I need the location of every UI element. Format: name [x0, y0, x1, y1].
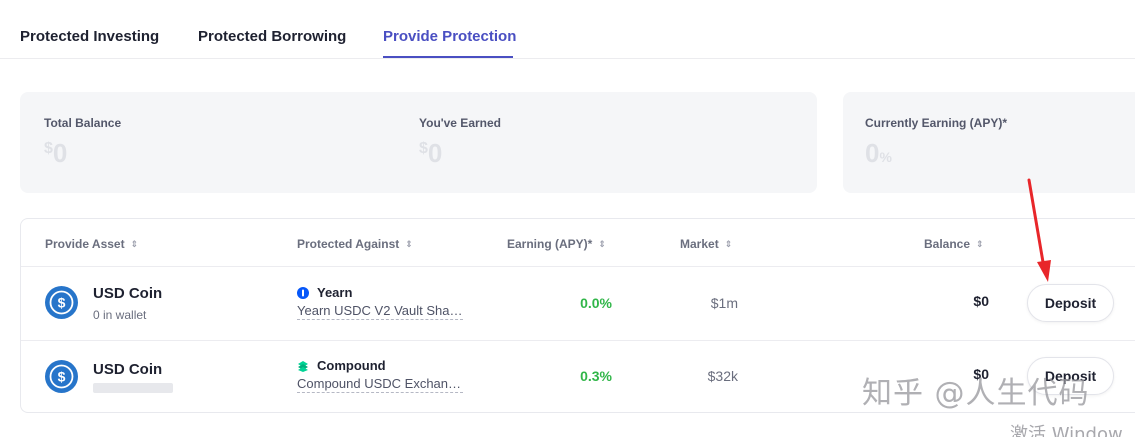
header-provide-asset[interactable]: Provide Asset ⇕: [45, 237, 138, 251]
earned-currency: $: [419, 140, 428, 157]
sort-icon: ⇕: [598, 239, 606, 249]
asset-name: USD Coin: [93, 285, 163, 302]
earned-label: You've Earned: [419, 116, 501, 130]
header-balance-label: Balance: [924, 237, 971, 251]
total-balance-value: $0: [44, 138, 121, 169]
market-value: $1m: [710, 295, 738, 311]
red-arrow-annotation: [1027, 178, 1051, 282]
earned-value: $0: [419, 138, 501, 169]
wallet-balance-loading: [93, 383, 173, 393]
header-market-label: Market: [680, 237, 719, 251]
sort-icon: ⇕: [976, 239, 984, 249]
watermark-text: 知乎 @人生代码: [862, 376, 1090, 411]
protocol-vault-link[interactable]: Yearn USDC V2 Vault Share…: [297, 303, 463, 320]
windows-activation-text: 激活 Window: [1010, 424, 1123, 437]
protocol-vault-link[interactable]: Compound USDC Exchange…: [297, 376, 463, 393]
header-provide-asset-label: Provide Asset: [45, 237, 125, 251]
sort-icon: ⇕: [405, 239, 413, 249]
deposit-button[interactable]: Deposit: [1027, 284, 1114, 322]
header-protected-against-label: Protected Against: [297, 237, 400, 251]
wallet-balance: 0 in wallet: [93, 308, 147, 322]
earned-number: 0: [427, 138, 443, 168]
usd-coin-icon: $: [45, 360, 78, 393]
svg-text:$: $: [58, 295, 66, 311]
market-value: $32k: [707, 368, 738, 384]
usd-coin-icon: $: [45, 286, 78, 319]
svg-text:$: $: [58, 369, 66, 385]
protocol-name: Yearn: [317, 285, 353, 300]
header-protected-against[interactable]: Protected Against ⇕: [297, 237, 413, 251]
total-balance-stat: Total Balance $0: [44, 116, 121, 169]
current-apy-unit: %: [879, 149, 892, 165]
header-earning-apy[interactable]: Earning (APY)* ⇕: [507, 237, 606, 251]
yearn-icon: [297, 287, 309, 299]
header-divider: [21, 266, 1135, 267]
active-tab-indicator: [383, 56, 513, 58]
earning-apy-value: 0.0%: [580, 295, 612, 311]
balance-summary-card: Total Balance $0 You've Earned $0: [20, 92, 817, 193]
current-apy-label: Currently Earning (APY)*: [865, 116, 1008, 130]
sort-icon: ⇕: [724, 239, 733, 249]
total-balance-number: 0: [52, 138, 68, 168]
header-earning-apy-label: Earning (APY)*: [507, 237, 593, 251]
total-balance-label: Total Balance: [44, 116, 122, 130]
compound-icon: [298, 361, 308, 372]
header-balance[interactable]: Balance ⇕: [924, 237, 984, 251]
sort-icon: ⇕: [130, 239, 139, 249]
current-apy-number: 0: [865, 138, 880, 168]
header-market[interactable]: Market ⇕: [680, 237, 732, 251]
tab-provide-protection[interactable]: Provide Protection: [383, 28, 516, 45]
protocol-name: Compound: [317, 358, 386, 373]
apy-summary-card: Currently Earning (APY)* 0%: [843, 92, 1135, 193]
row-divider: [21, 340, 1135, 341]
balance-value: $0: [973, 293, 989, 309]
tab-protected-borrowing[interactable]: Protected Borrowing: [198, 28, 346, 45]
asset-name: USD Coin: [93, 361, 163, 378]
earned-stat: You've Earned $0: [419, 116, 501, 169]
tab-protected-investing[interactable]: Protected Investing: [20, 28, 159, 45]
total-balance-currency: $: [44, 140, 53, 157]
current-apy-stat: Currently Earning (APY)* 0%: [865, 116, 1007, 169]
earning-apy-value: 0.3%: [580, 368, 612, 384]
tab-bar: Protected Investing Protected Borrowing …: [0, 0, 1135, 59]
current-apy-value: 0%: [865, 138, 1007, 169]
